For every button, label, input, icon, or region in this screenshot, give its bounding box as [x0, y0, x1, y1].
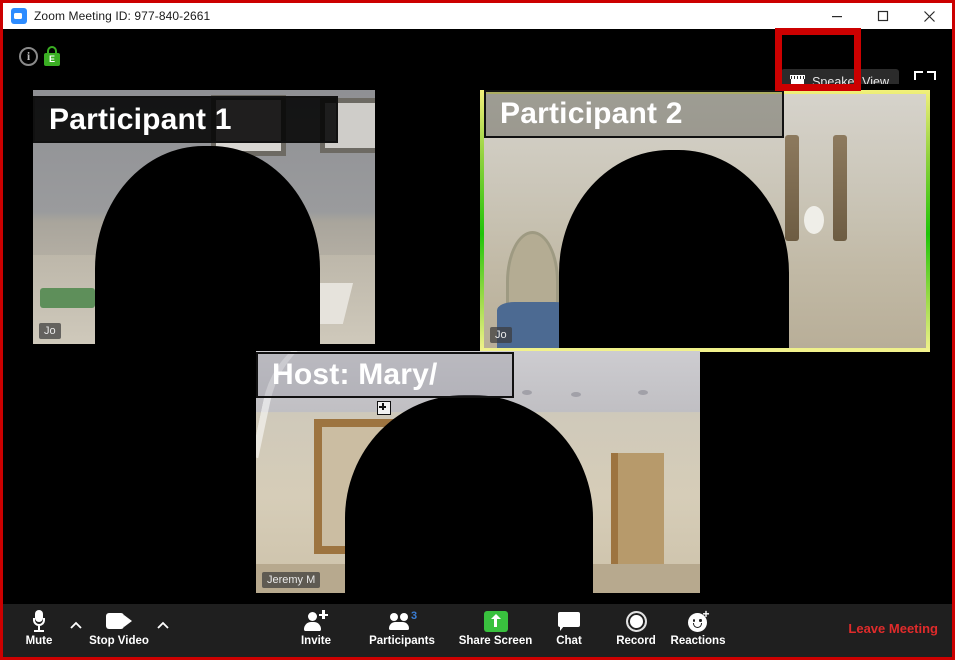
- close-icon: [923, 10, 935, 22]
- invite-button[interactable]: Invite: [293, 608, 339, 653]
- video-stage: Jo Jo Jeremy M: [3, 84, 952, 604]
- host-name-badge: Jeremy M: [262, 572, 321, 588]
- microphone-icon: [33, 608, 45, 634]
- record-label: Record: [616, 635, 656, 647]
- move-cursor-icon: [377, 401, 391, 415]
- chevron-up-icon: [157, 621, 169, 629]
- share-screen-button[interactable]: Share Screen: [458, 608, 533, 653]
- reactions-button[interactable]: + Reactions: [665, 608, 731, 653]
- encryption-lock-icon[interactable]: E: [44, 46, 60, 66]
- record-button[interactable]: Record: [608, 608, 664, 653]
- meeting-information-icon[interactable]: i: [19, 47, 38, 66]
- share-screen-label: Share Screen: [458, 635, 533, 647]
- share-screen-icon: [483, 608, 508, 634]
- chevron-up-icon: [70, 621, 82, 629]
- people-icon: 3: [389, 608, 418, 634]
- chat-label: Chat: [556, 635, 582, 647]
- minimize-button[interactable]: [814, 3, 860, 29]
- smiley-reactions-icon: +: [687, 608, 710, 634]
- participants-label: Participants: [369, 635, 435, 647]
- minimize-icon: [832, 16, 842, 18]
- participant-name-badge: Jo: [490, 327, 512, 343]
- video-options-button[interactable]: [155, 618, 171, 634]
- stop-video-button[interactable]: Stop Video: [88, 608, 150, 653]
- participants-count-badge: 3: [411, 609, 418, 622]
- caption-participant-1: Participant 1: [33, 96, 338, 143]
- caption-participant-2: Participant 2: [484, 90, 784, 138]
- audio-options-button[interactable]: [68, 618, 84, 634]
- zoom-meeting-window: Zoom Meeting ID: 977-840-2661 i E Speake…: [0, 0, 955, 660]
- leave-meeting-button[interactable]: Leave Meeting: [848, 621, 938, 636]
- close-button[interactable]: [906, 3, 952, 29]
- reactions-label: Reactions: [670, 635, 726, 647]
- annotation-highlight-box: [775, 28, 861, 91]
- chat-button[interactable]: Chat: [548, 608, 590, 653]
- window-title-bar: Zoom Meeting ID: 977-840-2661: [3, 3, 952, 29]
- video-camera-icon: [106, 608, 132, 634]
- mute-button[interactable]: Mute: [17, 608, 61, 653]
- meeting-controls-toolbar: Mute Stop Video Invite 3 Participants Sh…: [3, 604, 952, 657]
- add-person-icon: [304, 608, 328, 634]
- participants-button[interactable]: 3 Participants: [362, 608, 442, 653]
- lock-body: E: [44, 53, 60, 66]
- zoom-logo-icon: [11, 8, 27, 24]
- window-title: Zoom Meeting ID: 977-840-2661: [34, 9, 211, 23]
- stop-video-label: Stop Video: [89, 635, 149, 647]
- maximize-icon: [877, 10, 889, 22]
- invite-label: Invite: [300, 635, 332, 647]
- chat-bubble-icon: [558, 608, 580, 634]
- caption-host: Host: Mary/: [256, 352, 514, 398]
- mute-label: Mute: [25, 635, 53, 647]
- maximize-button[interactable]: [860, 3, 906, 29]
- participant-name-badge: Jo: [39, 323, 61, 339]
- record-circle-icon: [625, 608, 647, 634]
